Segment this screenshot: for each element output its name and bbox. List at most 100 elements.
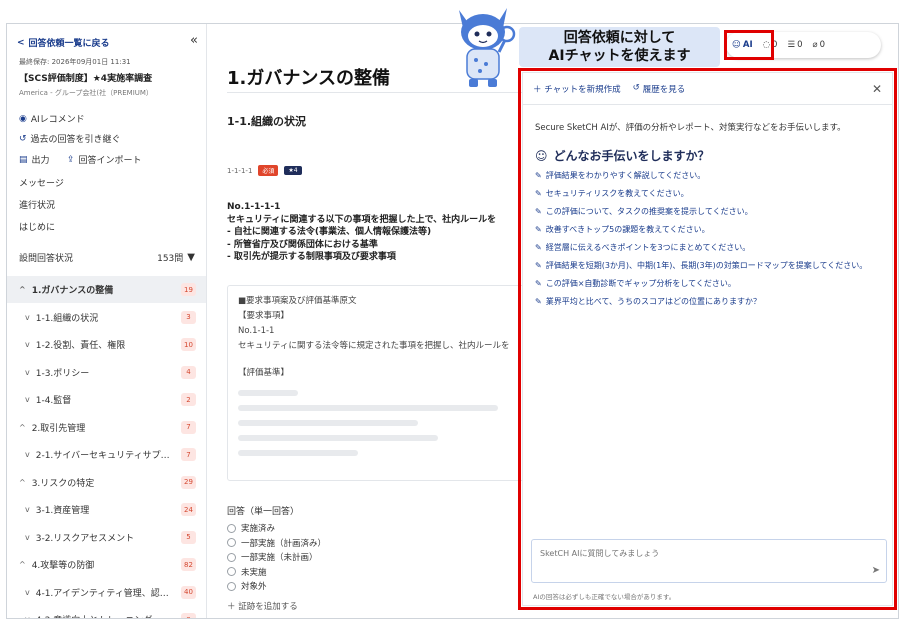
status-count: 153問 bbox=[157, 254, 184, 264]
tree-item-count: 7 bbox=[181, 448, 196, 461]
chevron-down-icon: v bbox=[25, 505, 30, 514]
tree-item-label-wrap: v 1-3.ポリシー bbox=[19, 366, 89, 379]
answer-option[interactable]: 実施済み bbox=[227, 522, 275, 534]
chevron-down-icon: v bbox=[25, 450, 30, 459]
attachments-button[interactable]: ⌀ 0 bbox=[813, 40, 826, 50]
magic-wand-icon: ✎ bbox=[535, 207, 542, 216]
chat-suggestion-label: この評価について、タスクの推奨案を提示してください。 bbox=[545, 207, 753, 216]
chat-input[interactable] bbox=[531, 539, 887, 583]
answer-option-label: 実施済み bbox=[241, 524, 276, 534]
blurred-text bbox=[238, 405, 498, 411]
answer-option[interactable]: 対象外 bbox=[227, 580, 267, 592]
tree-item-count: 19 bbox=[181, 283, 196, 296]
tree-item-count: 3 bbox=[181, 310, 196, 324]
tree-item-label-wrap: v 1-2.役割、責任、権限 bbox=[19, 338, 125, 351]
chat-suggestion[interactable]: ✎ 経営層に伝えるべきポイントを3つにまとめてください。 bbox=[535, 242, 750, 253]
tree-item-label: 3-1.資産管理 bbox=[35, 506, 90, 516]
tree-item[interactable]: ^ 4.攻撃等の防御 82 bbox=[7, 551, 206, 578]
answer-option[interactable]: 未実施 bbox=[227, 566, 267, 578]
chat-suggestion[interactable]: ✎ 業界平均と比べて、うちのスコアはどの位置にありますか？ bbox=[535, 296, 761, 307]
add-evidence-button[interactable]: ＋ 証跡を追加する bbox=[227, 600, 298, 612]
collapse-sidebar-icon[interactable]: « bbox=[190, 33, 198, 48]
tree-item-label: 2.取引先管理 bbox=[31, 423, 86, 434]
radio-button[interactable] bbox=[227, 552, 236, 562]
answer-option-label: 対象外 bbox=[241, 582, 267, 592]
filter-icon[interactable]: ▼ bbox=[187, 252, 195, 263]
answer-heading: 回答（単一回答） bbox=[227, 507, 300, 517]
tasks-button[interactable]: ☰ 0 bbox=[787, 40, 802, 50]
checklist-icon: ☰ bbox=[787, 40, 796, 50]
inherit-answers-button[interactable]: ↺ 過去の回答を引き継ぐ bbox=[19, 132, 121, 146]
ai-button-highlight bbox=[724, 30, 774, 60]
status-header: 設問回答状況 153問 ▼ bbox=[19, 251, 195, 264]
chat-suggestion-label: 業界平均と比べて、うちのスコアはどの位置にありますか？ bbox=[545, 297, 761, 306]
tree-item-label-wrap: v 3-1.資産管理 bbox=[19, 503, 89, 516]
question-text: No.1-1-1-1 セキュリティに関連する以下の事項を把握した上で、社内ルール… bbox=[227, 201, 496, 264]
radio-button[interactable] bbox=[227, 523, 236, 533]
callout-line: AIチャットを使えます bbox=[548, 48, 691, 64]
tree-item-count: 29 bbox=[181, 475, 196, 489]
answer-option-label: 未実施 bbox=[241, 567, 267, 578]
question-line: - 所管省庁及び関係団体における基準 bbox=[227, 239, 378, 250]
chat-suggestion-label: 評価結果をわかりやすく解説してください。 bbox=[545, 171, 706, 180]
send-icon[interactable]: ➤ bbox=[872, 565, 880, 576]
tree-item[interactable]: v 3-1.資産管理 24 bbox=[7, 496, 206, 523]
chat-suggestion[interactable]: ✎ 改善すべきトップ5の課題を教えてください。 bbox=[535, 224, 710, 235]
nav-progress[interactable]: 進行状況 bbox=[19, 198, 55, 211]
tree-item-count: 4 bbox=[181, 365, 196, 379]
history-button[interactable]: ↺ 履歴を見る bbox=[633, 83, 686, 95]
tree-item-label-wrap: v 2-1.サイバーセキュリティサプ… bbox=[19, 448, 170, 461]
ai-disclaimer: AIの回答は必ずしも正確でない場合があります。 bbox=[533, 593, 676, 601]
tree-item[interactable]: ^ 3.リスクの特定 29 bbox=[7, 469, 206, 496]
close-icon[interactable]: ✕ bbox=[872, 82, 882, 96]
history-icon: ↺ bbox=[19, 133, 27, 144]
org-name: America - グループ会社(社（PREMIUM） bbox=[19, 89, 153, 97]
tree-item[interactable]: v 4-1.アイデンティティ管理、認… 40 bbox=[7, 579, 206, 606]
tree-item-label: 4-2.意識向上とトレーニング bbox=[36, 613, 153, 618]
tree-item[interactable]: v 4-2.意識向上とトレーニング 8 bbox=[7, 606, 206, 618]
nav-intro[interactable]: はじめに bbox=[19, 220, 55, 233]
magic-wand-icon: ✎ bbox=[535, 297, 542, 306]
history-label: 履歴を見る bbox=[642, 84, 686, 95]
tree-item-count: 5 bbox=[181, 530, 196, 544]
answer-option[interactable]: 一部実施（計画済み） bbox=[227, 537, 326, 549]
chat-suggestion[interactable]: ✎ この評価×自動診断でギャップ分析をしてください。 bbox=[535, 278, 736, 289]
tree-item[interactable]: ^ 2.取引先管理 7 bbox=[7, 414, 206, 441]
tree-item[interactable]: v 3-2.リスクアセスメント 5 bbox=[7, 524, 206, 551]
tree-item[interactable]: v 1-3.ポリシー 4 bbox=[7, 359, 206, 386]
tree-item[interactable]: v 1-2.役割、責任、権限 10 bbox=[7, 331, 206, 358]
radio-button[interactable] bbox=[227, 581, 236, 591]
tree-item-count: 8 bbox=[181, 613, 196, 618]
survey-title: 【SCS評価制度】★4実施率調査 bbox=[19, 74, 153, 84]
chevron-down-icon: v bbox=[25, 532, 30, 542]
tree-item[interactable]: v 1-1.組織の状況 3 bbox=[7, 304, 206, 331]
export-label: 出力 bbox=[31, 156, 50, 166]
document-icon: ▤ bbox=[19, 154, 28, 165]
chat-suggestion[interactable]: ✎ セキュリティリスクを教えてください。 bbox=[535, 188, 689, 199]
radio-button[interactable] bbox=[227, 567, 236, 576]
question-line: - 取引先が提示する制限事項及び要求事項 bbox=[227, 252, 396, 262]
tree-item-label: 1-2.役割、責任、権限 bbox=[35, 341, 126, 351]
tree-item[interactable]: v 1-4.監督 2 bbox=[7, 386, 206, 413]
tree-item[interactable]: v 2-1.サイバーセキュリティサプ… 7 bbox=[7, 441, 206, 468]
blurred-text bbox=[238, 420, 418, 426]
upload-icon: ⇪ bbox=[67, 154, 75, 165]
import-button[interactable]: ⇪ 回答インポート bbox=[67, 153, 142, 167]
chat-suggestion[interactable]: ✎ 評価結果をわかりやすく解説してください。 bbox=[535, 170, 705, 181]
tree-item[interactable]: ^ 1.ガバナンスの整備 19 bbox=[7, 276, 206, 303]
tree-item-label: 3.リスクの特定 bbox=[31, 478, 95, 489]
tree-item-count: 24 bbox=[181, 503, 196, 516]
chat-suggestion[interactable]: ✎ 評価結果を短期(3か月)、中期(1年)、長期(3年)の対策ロードマップを提案し… bbox=[535, 260, 867, 271]
new-chat-button[interactable]: ＋ チャットを新規作成 bbox=[533, 83, 621, 95]
tree-item-count: 2 bbox=[181, 393, 196, 406]
answer-option[interactable]: 一部実施（未計画） bbox=[227, 551, 318, 563]
magic-wand-icon: ✎ bbox=[535, 189, 542, 198]
question-code-row: 1-1-1-1 必須 ★4 bbox=[227, 165, 302, 176]
nav-message[interactable]: メッセージ bbox=[19, 176, 64, 189]
tree-item-label-wrap: v 1-4.監督 bbox=[19, 393, 71, 406]
export-button[interactable]: ▤ 出力 bbox=[19, 153, 50, 167]
radio-button[interactable] bbox=[227, 538, 236, 547]
ai-recommend-button[interactable]: ◉ AIレコメンド bbox=[19, 112, 85, 126]
back-to-list-link[interactable]: < 回答依頼一覧に戻る bbox=[17, 36, 110, 50]
chat-suggestion[interactable]: ✎ この評価について、タスクの推奨案を提示してください。 bbox=[535, 206, 753, 217]
